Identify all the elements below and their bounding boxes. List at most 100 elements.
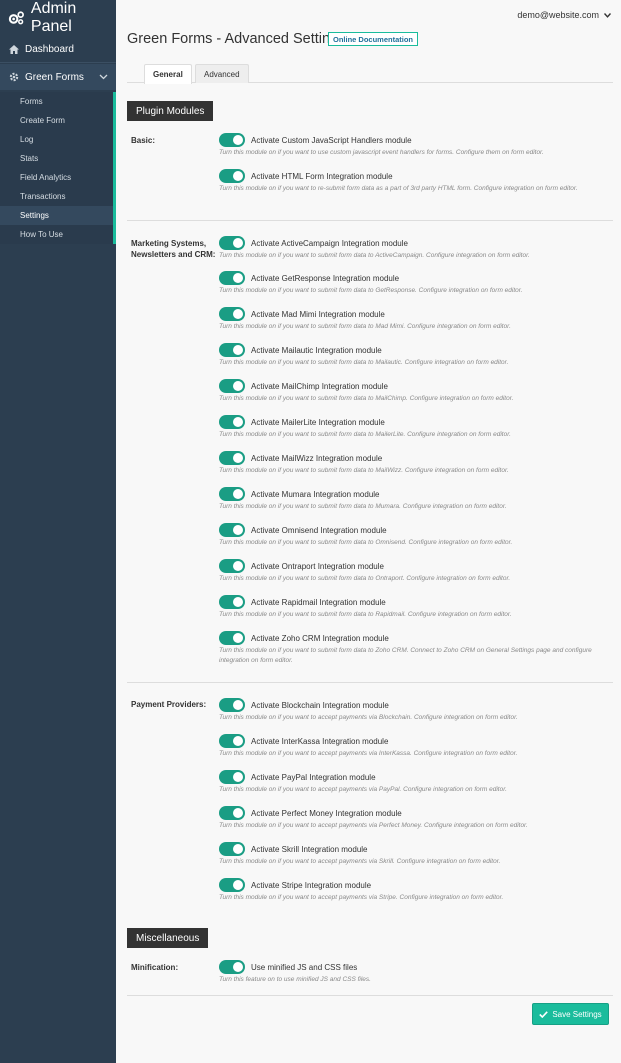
module-hint: Turn this module on if you want to submi… — [219, 539, 513, 546]
toggle-line: Activate MailChimp Integration module — [219, 379, 609, 393]
setting-row: Activate Blockchain Integration module Tu… — [219, 698, 609, 723]
toggle-line: Activate Custom JavaScript Handlers modu… — [219, 133, 609, 147]
setting-row: Activate HTML Form Integration module Tur… — [219, 169, 609, 194]
module-label: Activate Stripe Integration module — [251, 880, 372, 890]
setting-row: Activate MailWizz Integration module Turn… — [219, 451, 609, 476]
module-toggle[interactable] — [219, 770, 245, 784]
module-toggle[interactable] — [219, 806, 245, 820]
module-toggle[interactable] — [219, 169, 245, 183]
module-toggle[interactable] — [219, 523, 245, 537]
tab-general[interactable]: General — [144, 64, 192, 84]
sidebar-item-settings[interactable]: Settings — [0, 206, 113, 225]
module-toggle[interactable] — [219, 271, 245, 285]
toggle-line: Activate GetResponse Integration module — [219, 271, 609, 285]
form-footer-divider — [127, 995, 613, 996]
chevron-down-icon — [604, 12, 611, 18]
setting-row: Activate MailChimp Integration module Tur… — [219, 379, 609, 404]
module-toggle[interactable] — [219, 960, 245, 974]
sidebar-item-stats[interactable]: Stats — [0, 149, 113, 168]
module-label: Activate Omnisend Integration module — [251, 525, 387, 535]
toggle-line: Activate Blockchain Integration module — [219, 698, 609, 712]
module-label: Activate Mad Mimi Integration module — [251, 309, 385, 319]
module-toggle[interactable] — [219, 379, 245, 393]
module-label: Activate Ontraport Integration module — [251, 561, 384, 571]
module-label: Activate Blockchain Integration module — [251, 700, 389, 710]
module-label: Activate Rapidmail Integration module — [251, 597, 386, 607]
toggle-line: Activate Ontraport Integration module — [219, 559, 609, 573]
module-toggle[interactable] — [219, 842, 245, 856]
sidebar-item-field-analytics[interactable]: Field Analytics — [0, 168, 113, 187]
module-hint: Turn this module on if you want to re-su… — [219, 185, 578, 192]
sidebar-item-log[interactable]: Log — [0, 130, 113, 149]
group-label: Minification: — [131, 963, 179, 972]
module-hint: Turn this module on if you want to submi… — [219, 287, 523, 294]
module-hint: Turn this module on if you want to accep… — [219, 822, 528, 829]
save-settings-button[interactable]: Save Settings — [532, 1003, 609, 1025]
user-menu[interactable]: demo@website.com — [517, 10, 611, 20]
sidebar-item-forms[interactable]: Forms — [0, 92, 113, 111]
module-label: Activate PayPal Integration module — [251, 772, 376, 782]
sidebar-item-dashboard[interactable]: Dashboard — [0, 36, 116, 62]
brand-title: Admin Panel — [30, 0, 77, 35]
toggle-line: Activate Mad Mimi Integration module — [219, 307, 609, 321]
toggle-line: Activate Omnisend Integration module — [219, 523, 609, 537]
toggle-line: Activate Perfect Money Integration modul… — [219, 806, 609, 820]
main-content: demo@website.com Green Forms - Advanced … — [116, 0, 621, 1063]
module-hint: Turn this module on if you want to submi… — [219, 611, 512, 618]
chevron-down-icon — [99, 74, 108, 80]
online-documentation-button[interactable]: Online Documentation — [328, 32, 419, 46]
module-hint: Turn this module on if you want to accep… — [219, 750, 518, 757]
module-toggle[interactable] — [219, 631, 245, 645]
sidebar-item-create-form[interactable]: Create Form — [0, 111, 113, 130]
sidebar-item-how-to-use[interactable]: How To Use — [0, 225, 113, 244]
module-label: Activate HTML Form Integration module — [251, 171, 393, 181]
module-toggle[interactable] — [219, 878, 245, 892]
gears-icon — [8, 11, 24, 25]
sidebar-item-green-forms[interactable]: Green Forms — [0, 64, 116, 90]
tab-advanced[interactable]: Advanced — [195, 64, 249, 83]
module-hint: Turn this module on if you want to submi… — [219, 503, 507, 510]
module-label: Activate Zoho CRM Integration module — [251, 633, 389, 643]
module-hint: Turn this module on if you want to accep… — [219, 786, 507, 793]
module-hint: Turn this module on if you want to submi… — [219, 395, 514, 402]
module-toggle[interactable] — [219, 559, 245, 573]
module-toggle[interactable] — [219, 734, 245, 748]
group-label: Basic: — [131, 136, 156, 145]
toggle-line: Activate InterKassa Integration module — [219, 734, 609, 748]
module-label: Activate MailerLite Integration module — [251, 417, 385, 427]
home-icon — [9, 44, 19, 54]
module-toggle[interactable] — [219, 236, 245, 250]
module-hint: Turn this module on if you want to submi… — [219, 431, 511, 438]
module-toggle[interactable] — [219, 415, 245, 429]
module-toggle[interactable] — [219, 451, 245, 465]
setting-row: Activate Perfect Money Integration modul… — [219, 806, 609, 831]
module-toggle[interactable] — [219, 133, 245, 147]
module-hint: Turn this module on if you want to submi… — [219, 467, 509, 474]
module-hint: Turn this module on if you want to submi… — [219, 359, 509, 366]
toggle-line: Activate Mailautic Integration module — [219, 343, 609, 357]
setting-row: Activate Ontraport Integration module Tur… — [219, 559, 609, 584]
toggle-line: Activate Mumara Integration module — [219, 487, 609, 501]
module-toggle[interactable] — [219, 698, 245, 712]
group-divider — [127, 682, 613, 683]
module-hint: Turn this module on if you want to accep… — [219, 894, 504, 901]
sidebar-item-transactions[interactable]: Transactions — [0, 187, 113, 206]
toggle-line: Activate Zoho CRM Integration module — [219, 631, 609, 645]
setting-row: Activate Stripe Integration module Turn t… — [219, 878, 609, 903]
group-label: Marketing Systems, Newsletters and CRM: — [131, 239, 216, 259]
module-toggle[interactable] — [219, 487, 245, 501]
setting-row: Activate Omnisend Integration module Turn… — [219, 523, 609, 548]
module-hint: Turn this module on if you want to submi… — [219, 575, 511, 582]
module-hint: Turn this feature on to use minified JS … — [219, 976, 371, 983]
module-toggle[interactable] — [219, 307, 245, 321]
module-toggle[interactable] — [219, 343, 245, 357]
setting-row: Use minified JS and CSS files Turn this f… — [219, 960, 609, 985]
setting-row: Activate Mailautic Integration module Tur… — [219, 343, 609, 368]
setting-row: Activate GetResponse Integration module T… — [219, 271, 609, 296]
setting-row: Activate ActiveCampaign Integration modu… — [219, 236, 609, 261]
module-label: Activate ActiveCampaign Integration modu… — [251, 238, 408, 248]
brand[interactable]: Admin Panel — [0, 0, 116, 36]
module-toggle[interactable] — [219, 595, 245, 609]
toggle-line: Activate Stripe Integration module — [219, 878, 609, 892]
sidebar-item-label: Dashboard — [25, 43, 74, 55]
